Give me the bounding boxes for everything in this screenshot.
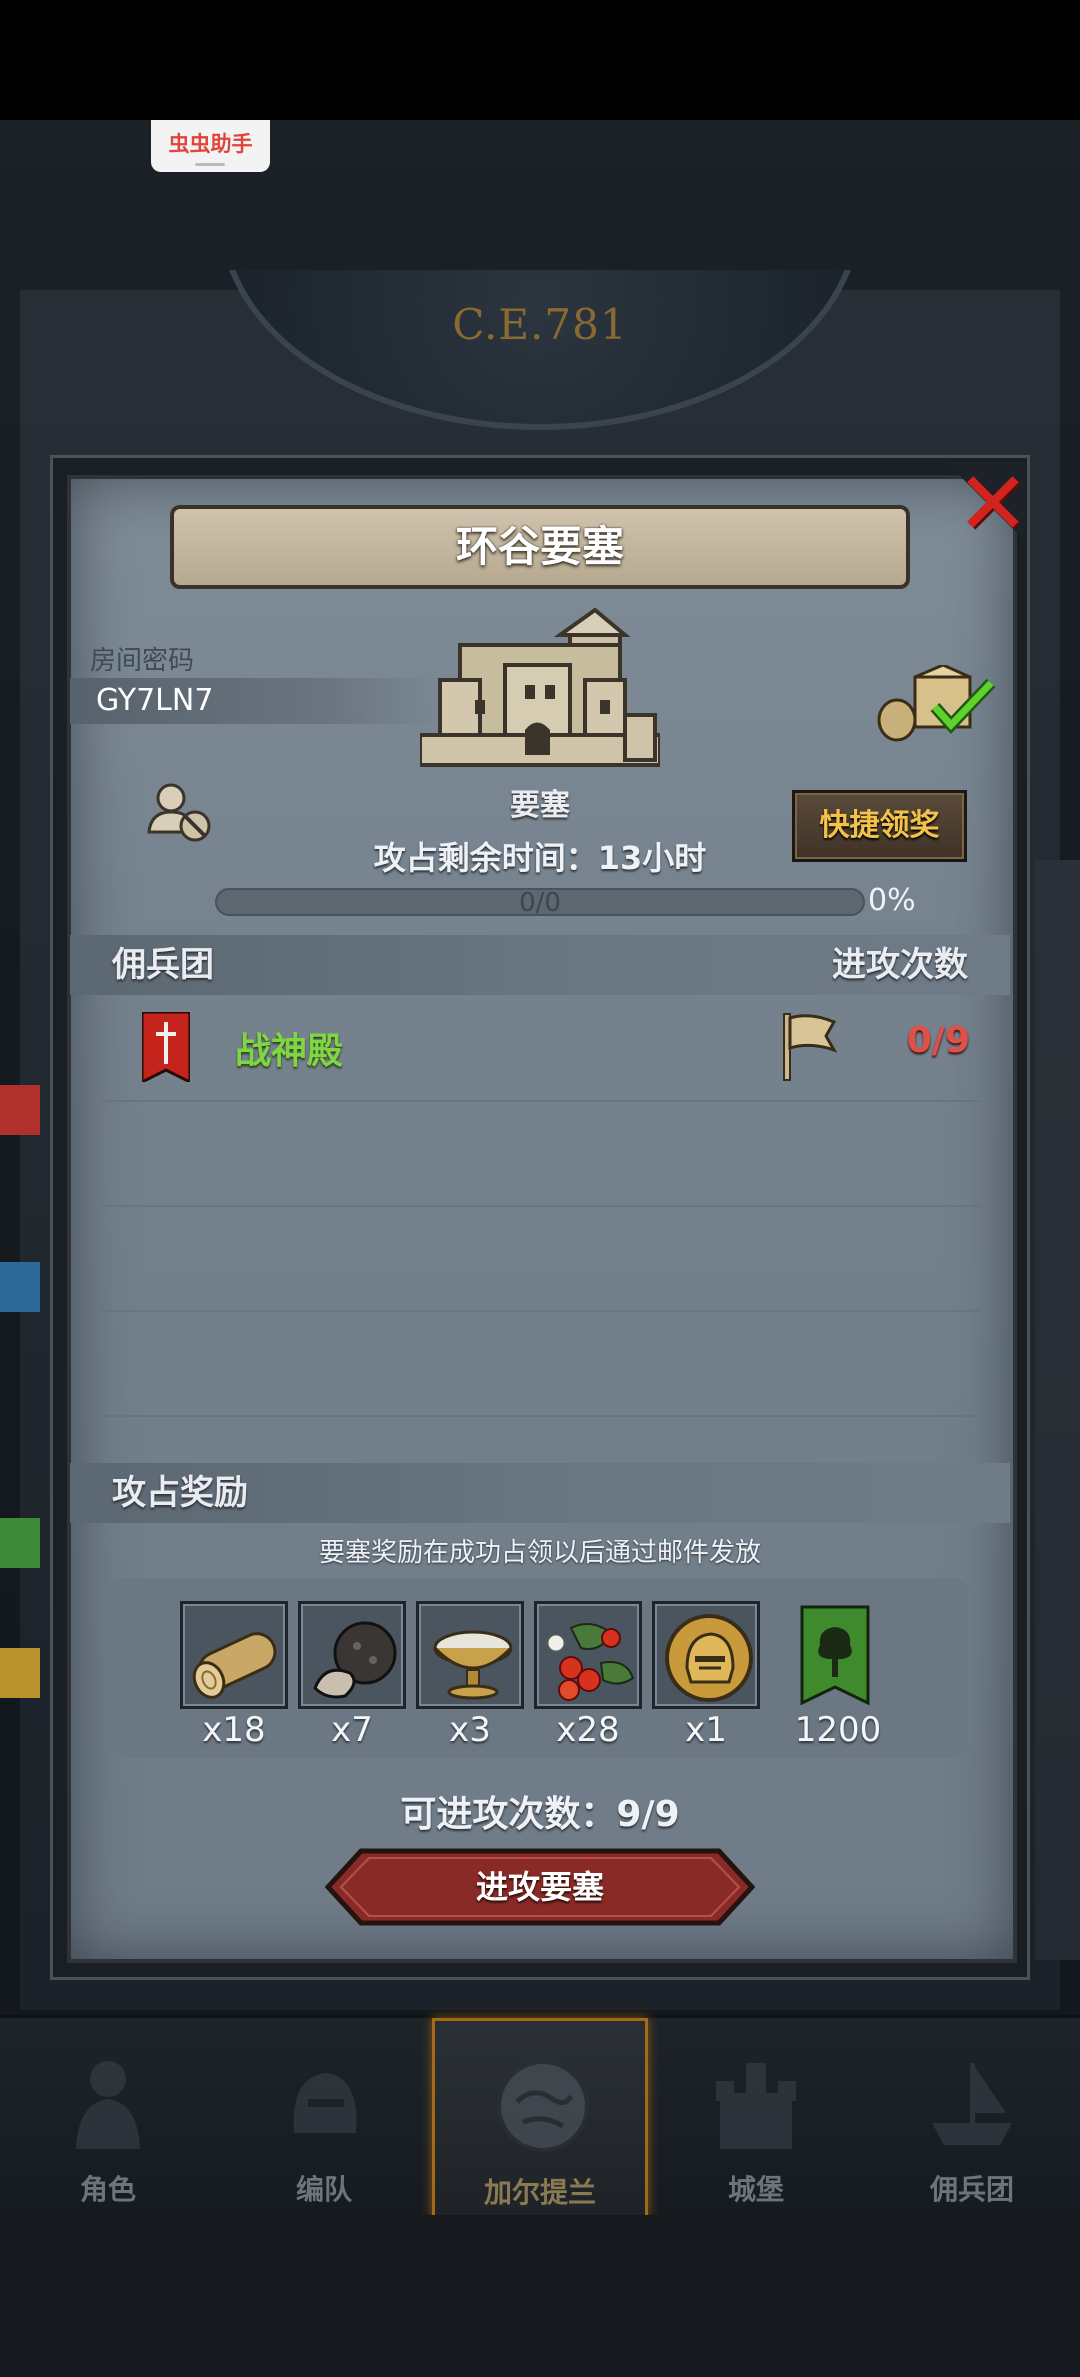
title-banner: 环谷要塞 [170, 505, 910, 589]
mercenary-section-header: 佣兵团 进攻次数 [70, 935, 1010, 995]
bottom-nav: 角色 编队 加尔提兰 城堡 佣兵团 [0, 2015, 1080, 2218]
side-badge-target-gold [0, 1648, 40, 1698]
guild-banner-icon [142, 1012, 190, 1082]
row-divider [100, 1205, 980, 1207]
room-code-field[interactable]: GY7LN7 [70, 678, 440, 724]
capture-progress-percent: 0% [868, 883, 916, 918]
era-label: C.E.781 [452, 300, 628, 349]
row-divider [100, 1415, 980, 1417]
world-map-icon [497, 2060, 589, 2152]
close-button[interactable]: ✕ [946, 452, 1036, 555]
room-code-value: GY7LN7 [96, 683, 214, 718]
invite-user-icon[interactable] [145, 780, 215, 846]
berries-icon [547, 1623, 635, 1701]
attack-count: 可进攻次数：9/9 [400, 1794, 680, 1835]
nav-label: 编队 [295, 2173, 352, 2206]
row-divider [100, 1310, 980, 1312]
nav-item-mercenary[interactable]: 佣兵团 [864, 2018, 1080, 2218]
dialog-title: 环谷要塞 [455, 522, 624, 571]
mercenary-name: 战神殿 [235, 1031, 344, 1072]
salt-bowl-icon [433, 1630, 513, 1700]
room-code-label: 房间密码 [90, 646, 195, 676]
flag-icon [783, 1013, 838, 1081]
side-badge-crossed-swords-green [0, 1518, 40, 1568]
time-remaining: 攻占剩余时间：13小时 [373, 839, 707, 877]
helper-badge[interactable]: 虫虫助手 [151, 120, 270, 172]
reward-item[interactable] [298, 1601, 406, 1709]
reward-quantity: x1 [685, 1710, 727, 1750]
side-badge-crossed-swords-blue [0, 1262, 40, 1312]
side-badge-crossed-swords-red [0, 1085, 40, 1135]
list-item[interactable]: 战神殿 0/9 [100, 1000, 980, 1100]
nav-item-castle[interactable]: 城堡 [648, 2018, 864, 2218]
knight-helmet-icon [665, 1614, 753, 1702]
nav-label: 城堡 [727, 2173, 784, 2206]
row-divider [100, 1100, 980, 1102]
clock-dial [220, 270, 860, 430]
wood-log-icon [192, 1632, 277, 1699]
rewards-section-title: 攻占奖励 [112, 1473, 248, 1513]
building-name: 要塞 [510, 788, 570, 823]
capture-progress-text: 0/0 [519, 888, 561, 918]
reward-quantity: x7 [331, 1710, 373, 1750]
right-side-strip [1035, 860, 1080, 1960]
attack-button-label: 进攻要塞 [475, 1868, 604, 1906]
reward-quantity: 1200 [794, 1710, 882, 1750]
reward-item[interactable] [534, 1601, 642, 1709]
rewards-section-header: 攻占奖励 [70, 1463, 1010, 1523]
reward-item[interactable] [416, 1601, 524, 1709]
truffle-icon [313, 1621, 397, 1699]
helper-handle [195, 163, 225, 166]
nav-item-character[interactable]: 角色 [0, 2018, 216, 2218]
reward-quantity: x28 [556, 1710, 620, 1750]
ship-icon [932, 2063, 1012, 2145]
attack-times-column-label: 进攻次数 [832, 945, 968, 985]
reward-quantity: x18 [202, 1710, 266, 1750]
nav-label: 佣兵团 [929, 2173, 1014, 2206]
mercenary-attack-count: 0/9 [906, 1020, 970, 1061]
close-icon: ✕ [956, 452, 1030, 555]
reward-note: 要塞奖励在成功占领以后通过邮件发放 [318, 1538, 761, 1568]
fortress-icon [420, 607, 660, 767]
nav-label: 加尔提兰 [483, 2176, 596, 2209]
nav-item-galtiran[interactable]: 加尔提兰 [432, 2018, 648, 2218]
nav-label: 角色 [79, 2173, 136, 2206]
reward-quantity: x3 [449, 1710, 491, 1750]
mercenary-column-label: 佣兵团 [112, 945, 214, 985]
top-black-bar [0, 0, 1080, 120]
reward-item[interactable] [780, 1601, 888, 1709]
reward-item[interactable] [652, 1601, 760, 1709]
helmet-icon [293, 2073, 357, 2133]
reward-item[interactable] [180, 1601, 288, 1709]
bottom-padding [0, 2215, 1080, 2377]
knight-icon [76, 2061, 140, 2149]
castle-icon [716, 2063, 796, 2149]
attack-fortress-button[interactable]: 进攻要塞 [325, 1848, 755, 1926]
nav-item-formation[interactable]: 编队 [216, 2018, 432, 2218]
capture-progress-bar: 0/0 [215, 888, 865, 918]
rewards-claimed-icon [877, 665, 996, 742]
helper-label: 虫虫助手 [168, 132, 253, 156]
era-clock: C.E.781 [130, 270, 950, 460]
guild-banner-icon [800, 1605, 870, 1705]
